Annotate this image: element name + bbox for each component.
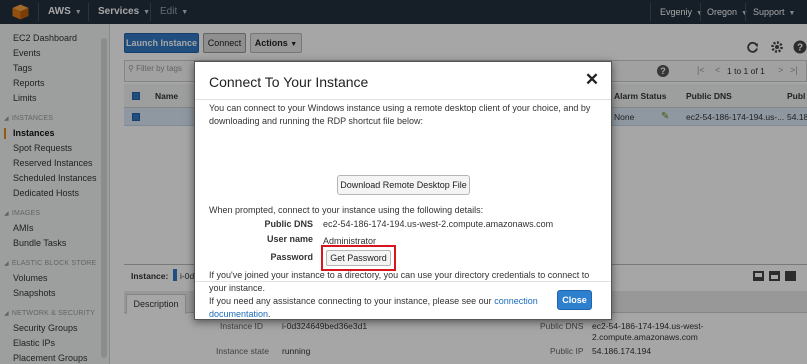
prompt-text: When prompted, connect to your instance … — [209, 205, 484, 215]
close-button[interactable]: Close — [557, 290, 592, 310]
connect-dialog: Connect To Your Instance ✕ You can conne… — [194, 61, 612, 320]
download-remote-desktop-file-button[interactable]: Download Remote Desktop File — [337, 175, 470, 195]
close-icon[interactable]: ✕ — [583, 71, 601, 89]
dialog-title: Connect To Your Instance — [209, 74, 369, 90]
dialog-footer: Close — [195, 281, 611, 319]
get-password-button[interactable]: Get Password — [326, 250, 391, 266]
dialog-body: You can connect to your Windows instance… — [195, 100, 611, 319]
password-label: Password — [270, 252, 313, 262]
username-label: User name — [266, 234, 313, 244]
public-dns-value: ec2-54-186-174-194.us-west-2.compute.ama… — [323, 219, 554, 229]
dialog-header: Connect To Your Instance ✕ — [195, 62, 611, 100]
public-dns-label: Public DNS — [264, 219, 313, 229]
get-password-highlight: Get Password — [321, 245, 396, 271]
intro-text: You can connect to your Windows instance… — [209, 103, 591, 126]
